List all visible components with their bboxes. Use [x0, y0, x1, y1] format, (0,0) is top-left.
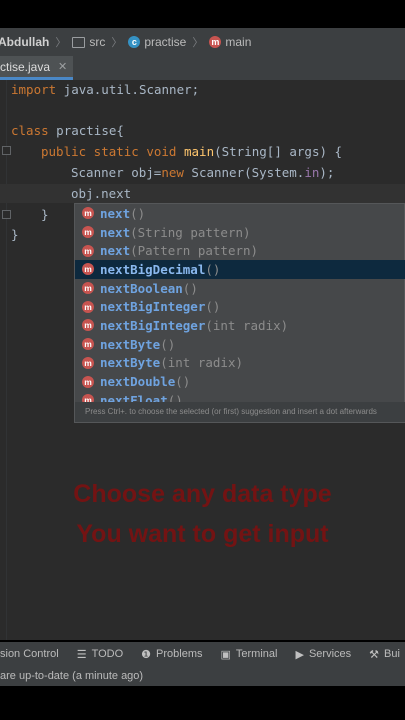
tab-label: ctise.java — [0, 59, 51, 74]
fold-marker-icon[interactable] — [2, 146, 11, 155]
method-icon: m — [82, 244, 94, 257]
code-completion-popup: m next() m next (String pattern) m next (Patter… — [74, 203, 405, 423]
completion-list[interactable]: m next() m next (String pattern) m next (Patter… — [75, 204, 405, 412]
tool-problems[interactable]: ❶ Problems — [141, 648, 202, 661]
completion-item[interactable]: m nextByte() — [75, 335, 405, 354]
editor-tab-bar: ctise.java ✕ — [0, 56, 405, 81]
completion-item-params: () — [175, 374, 191, 390]
method-icon: m — [209, 36, 222, 48]
completion-item[interactable]: m nextBigDecimal() — [75, 260, 405, 279]
play-icon: ▶ — [295, 648, 304, 661]
completion-item-name: nextDouble — [100, 374, 176, 390]
fold-marker-icon[interactable] — [2, 210, 11, 219]
breadcrumb-separator: 〉 — [55, 37, 67, 49]
completion-item-params: (Pattern pattern) — [130, 243, 259, 259]
breadcrumb-separator: 〉 — [192, 37, 204, 49]
completion-item-name: next — [100, 205, 131, 221]
method-icon: m — [82, 207, 94, 220]
completion-item-name: nextBigInteger — [100, 317, 206, 333]
todo-list-icon: ☰ — [76, 648, 87, 661]
method-icon: m — [82, 282, 94, 295]
breadcrumb-method-label: main — [225, 35, 252, 49]
status-bar: are up-to-date (a minute ago) — [0, 666, 405, 686]
completion-item[interactable]: m nextDouble() — [75, 372, 405, 391]
method-icon: m — [82, 263, 94, 276]
current-line-highlight — [0, 184, 405, 203]
tool-services[interactable]: ▶ Services — [295, 648, 351, 661]
overlay-caption-line-2: You want to get input — [76, 520, 329, 548]
code-line-7: } — [41, 207, 49, 222]
gutter — [6, 80, 7, 640]
code-line-5: Scanner obj=new Scanner(System.in); — [71, 165, 335, 180]
completion-hint: Press Ctrl+. to choose the selected (or … — [75, 402, 405, 422]
completion-item-params: (int radix) — [160, 355, 244, 371]
completion-item-params: () — [160, 336, 176, 352]
code-line-8: } — [11, 227, 19, 242]
method-icon: m — [82, 356, 94, 369]
breadcrumb-method[interactable]: m main — [209, 35, 251, 49]
completion-item-params: () — [205, 261, 221, 277]
completion-item-params: () — [182, 280, 198, 296]
tab-practise-java[interactable]: ctise.java ✕ — [0, 56, 74, 80]
completion-item-params: () — [205, 299, 221, 315]
breadcrumb-src[interactable]: src — [72, 35, 105, 49]
completion-item[interactable]: m next (String pattern) — [75, 223, 405, 242]
breadcrumb-separator: 〉 — [111, 37, 123, 49]
completion-item-name: nextByte — [100, 336, 161, 352]
breadcrumb-project[interactable]: Abdullah — [0, 35, 49, 49]
completion-item-name: nextBoolean — [100, 280, 183, 296]
completion-item-params: (int radix) — [205, 317, 289, 333]
code-line-1: import java.util.Scanner; — [11, 82, 200, 97]
completion-item-name: next — [100, 243, 131, 259]
code-line-3: class practise{ — [11, 123, 124, 138]
completion-item-name: nextByte — [100, 355, 161, 371]
tool-window-bar: sion Control ☰ TODO ❶ Problems ▣ Terminal ▶… — [0, 642, 405, 666]
info-icon: ❶ — [141, 648, 152, 661]
completion-item-name: nextBigDecimal — [100, 261, 206, 277]
completion-item[interactable]: m next() — [75, 204, 405, 223]
completion-item[interactable]: m nextByte (int radix) — [75, 354, 405, 373]
hammer-icon: ⚒ — [369, 648, 380, 661]
breadcrumb-class-label: practise — [144, 35, 187, 49]
folder-icon — [72, 36, 86, 48]
terminal-icon: ▣ — [220, 648, 231, 661]
breadcrumb-class[interactable]: c practise — [128, 35, 186, 49]
completion-item[interactable]: m nextBigInteger() — [75, 297, 405, 316]
tool-version-control[interactable]: sion Control — [0, 648, 59, 660]
breadcrumb: Abdullah 〉 src 〉 c practise 〉 m main — [0, 28, 405, 56]
code-line-4: public static void main(String[] args) { — [41, 144, 343, 159]
tool-build[interactable]: ⚒ Bui — [369, 648, 400, 661]
completion-item-params: (String pattern) — [130, 224, 251, 240]
method-icon: m — [82, 375, 94, 388]
completion-item[interactable]: m nextBigInteger (int radix) — [75, 316, 405, 335]
breadcrumb-src-label: src — [89, 35, 106, 49]
completion-item[interactable]: m next (Pattern pattern) — [75, 241, 405, 260]
top-black-bar — [0, 0, 405, 28]
code-line-6: obj.next — [71, 186, 132, 201]
method-icon: m — [82, 338, 94, 351]
class-icon: c — [128, 36, 141, 48]
method-icon: m — [82, 300, 94, 313]
overlay-caption-line-1: Choose any data type — [73, 480, 332, 508]
completion-item[interactable]: m nextBoolean() — [75, 279, 405, 298]
tool-terminal[interactable]: ▣ Terminal — [221, 648, 278, 661]
completion-item-params: () — [130, 205, 146, 221]
completion-item-name: nextBigInteger — [100, 299, 206, 315]
completion-item-name: next — [100, 224, 131, 240]
bottom-black-bar — [0, 686, 405, 720]
tool-todo[interactable]: ☰ TODO — [77, 648, 123, 661]
method-icon: m — [82, 319, 94, 332]
status-text: are up-to-date (a minute ago) — [0, 670, 144, 682]
method-icon: m — [82, 226, 94, 239]
close-icon[interactable]: ✕ — [58, 60, 67, 73]
